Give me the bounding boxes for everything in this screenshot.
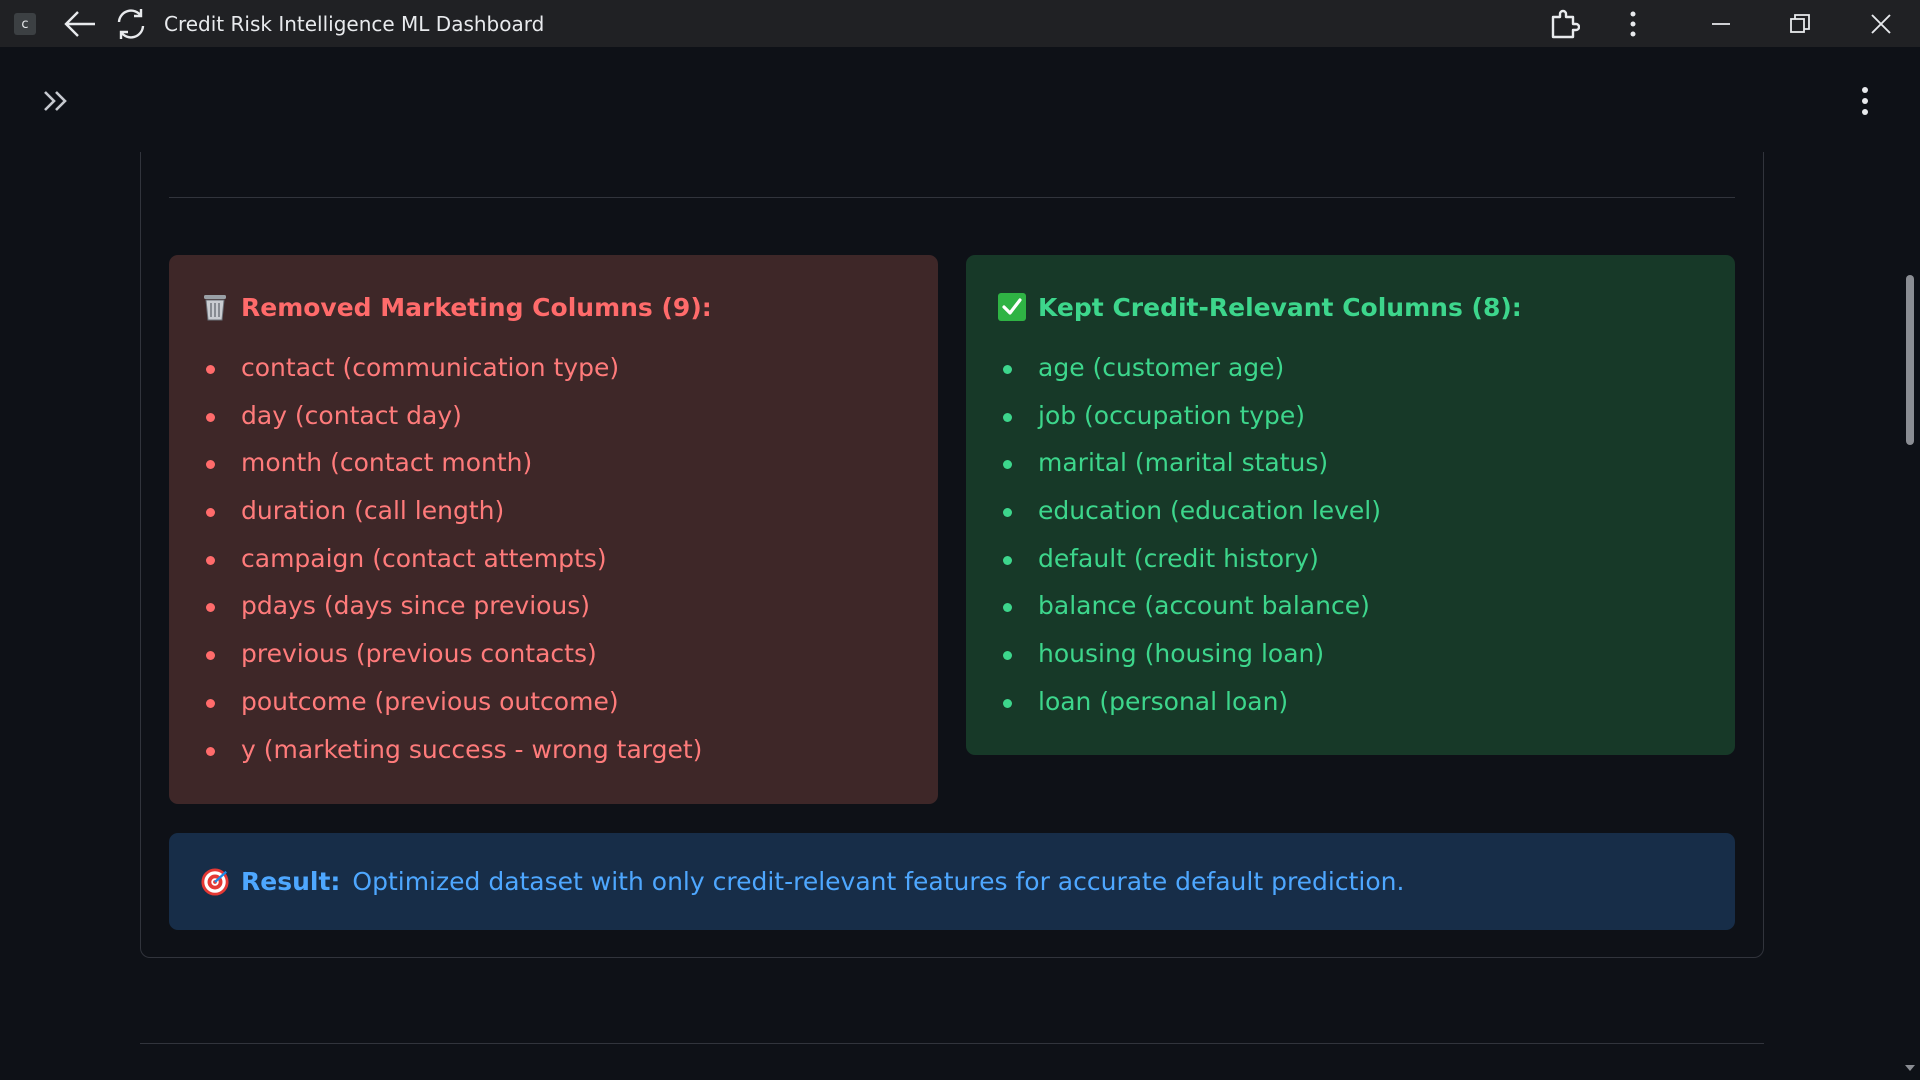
check-mark-icon xyxy=(998,292,1026,322)
removed-columns-heading: Removed Marketing Columns (9): xyxy=(201,287,938,327)
minimize-icon xyxy=(1712,23,1730,25)
list-item: loan (personal loan) xyxy=(998,678,1735,726)
kept-columns-card: Kept Credit-Relevant Columns (8): age (c… xyxy=(966,255,1735,755)
scroll-down-arrow-icon[interactable] xyxy=(1904,1062,1916,1074)
scrollbar-thumb[interactable] xyxy=(1906,275,1914,445)
wastebasket-icon xyxy=(201,292,229,322)
result-callout: Result: Optimized dataset with only cred… xyxy=(169,833,1735,930)
list-item: day (contact day) xyxy=(201,392,938,440)
arrow-left-icon xyxy=(64,11,95,37)
menu-dot xyxy=(1862,98,1868,104)
list-item: balance (account balance) xyxy=(998,582,1735,630)
close-icon xyxy=(1871,14,1891,34)
target-icon xyxy=(201,867,229,897)
removed-columns-title: Removed Marketing Columns (9): xyxy=(241,292,712,322)
list-item: pdays (days since previous) xyxy=(201,582,938,630)
kept-columns-title: Kept Credit-Relevant Columns (8): xyxy=(1038,292,1522,322)
list-item: y (marketing success - wrong target) xyxy=(201,726,938,774)
list-item: poutcome (previous outcome) xyxy=(201,678,938,726)
list-item: contact (communication type) xyxy=(201,344,938,392)
list-item: age (customer age) xyxy=(998,344,1735,392)
list-item: housing (housing loan) xyxy=(998,630,1735,678)
extensions-button[interactable] xyxy=(1546,6,1582,42)
menu-dot xyxy=(1862,87,1868,93)
section-divider-bottom xyxy=(140,1043,1764,1044)
result-text: Optimized dataset with only credit-relev… xyxy=(352,867,1405,896)
app-icon: c xyxy=(14,13,36,35)
more-vertical-icon xyxy=(1630,11,1636,37)
extension-icon xyxy=(1551,9,1580,39)
app-menu-button[interactable] xyxy=(1850,83,1880,119)
list-item: previous (previous contacts) xyxy=(201,630,938,678)
reload-button[interactable] xyxy=(113,6,149,42)
kept-columns-list: age (customer age) job (occupation type)… xyxy=(998,344,1735,726)
list-item: month (contact month) xyxy=(201,439,938,487)
menu-dot xyxy=(1862,109,1868,115)
restore-button[interactable] xyxy=(1782,6,1818,42)
window-title: Credit Risk Intelligence ML Dashboard xyxy=(164,12,545,36)
minimize-button[interactable] xyxy=(1703,6,1739,42)
title-bar: c Credit Risk Intelligence ML Dashboard xyxy=(0,0,1920,47)
back-button[interactable] xyxy=(62,6,98,42)
close-button[interactable] xyxy=(1863,6,1899,42)
chevrons-right-icon xyxy=(44,91,67,111)
result-label: Result: xyxy=(241,867,341,896)
list-item: duration (call length) xyxy=(201,487,938,535)
restore-icon xyxy=(1790,14,1810,33)
list-item: marital (marital status) xyxy=(998,439,1735,487)
list-item: education (education level) xyxy=(998,487,1735,535)
list-item: job (occupation type) xyxy=(998,392,1735,440)
removed-columns-card: Removed Marketing Columns (9): contact (… xyxy=(169,255,938,804)
browser-menu-button[interactable] xyxy=(1615,6,1651,42)
list-item: default (credit history) xyxy=(998,535,1735,583)
list-item: campaign (contact attempts) xyxy=(201,535,938,583)
kept-columns-heading: Kept Credit-Relevant Columns (8): xyxy=(998,287,1735,327)
removed-columns-list: contact (communication type) day (contac… xyxy=(201,344,938,773)
sidebar-expand-button[interactable] xyxy=(40,85,72,117)
section-divider xyxy=(169,197,1735,198)
reload-icon xyxy=(117,9,145,39)
